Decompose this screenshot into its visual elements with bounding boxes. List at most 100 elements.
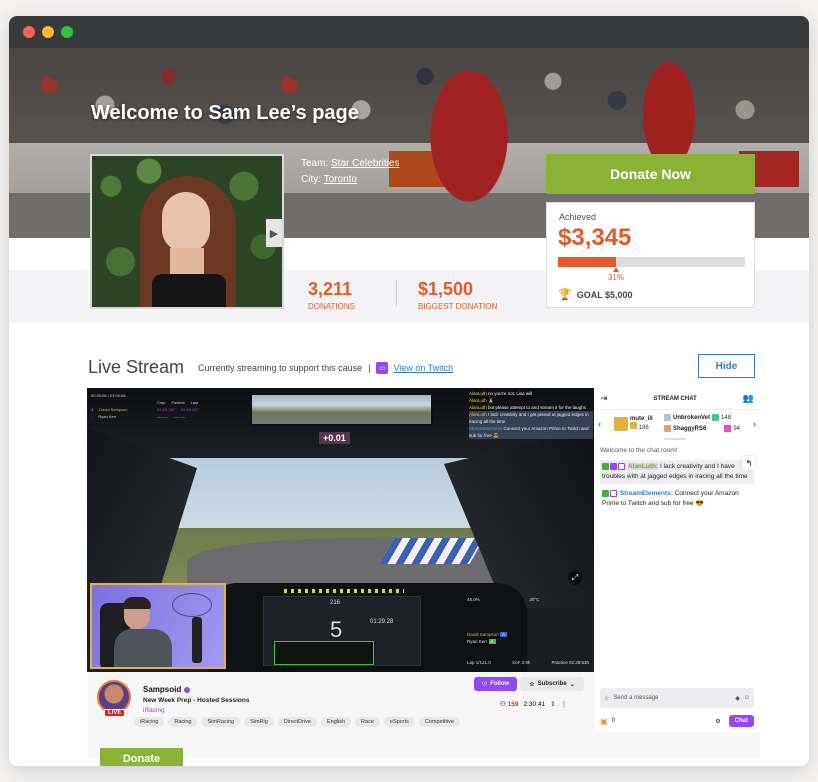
view-on-twitch-link[interactable]: View on Twitch [393, 363, 453, 373]
carousel-next-button[interactable]: ▶ [266, 219, 282, 247]
page-title: Welcome to Sam Lee’s page [91, 102, 359, 124]
achieved-label: Achieved [559, 212, 597, 222]
moderator-badge-icon [602, 462, 609, 470]
biggest-donation-value: $1,500 [418, 279, 474, 299]
chat-input[interactable]: ☆ Send a message ◆ ☺ [600, 688, 754, 708]
stat-biggest-donation: $1,500 Biggest Donation [418, 279, 497, 311]
heart-icon: ♡ [481, 681, 488, 688]
prime-badge-icon [610, 462, 617, 470]
donate-now-button[interactable]: Donate Now [546, 154, 755, 194]
stream-tag[interactable]: Competitive [418, 717, 460, 727]
overlay-chat: AlanLuth no you're not, Lisa will AlanLu… [469, 390, 593, 458]
biggest-donation-label: Biggest Donation [418, 302, 498, 311]
chevron-right-icon: ▶ [269, 227, 279, 240]
carousel-indicator [664, 438, 686, 440]
timing-row: 1 David Sampson 01:29.287 01:29.287 [91, 407, 199, 412]
star-icon: ☆ [529, 681, 535, 688]
settings-gear-icon[interactable]: ⚙ [715, 718, 720, 725]
chat-username[interactable]: StreamElements: [620, 490, 673, 497]
community-icon[interactable]: 👥 [743, 393, 754, 404]
gifter-item: mute_ill 186 [614, 416, 653, 431]
stream-title: New Week Prep - Hosted Sessions [143, 697, 250, 704]
person-icon: ⚇ [500, 701, 506, 708]
chat-message: AlanLuth: I lack creativity and I have t… [600, 460, 754, 484]
trophy-icon: 🏆 [558, 289, 572, 301]
gift-icon [614, 416, 628, 431]
city-link[interactable]: Toronto [324, 174, 357, 185]
progress-fill [558, 257, 616, 267]
uptime: 2:30:41 [523, 700, 546, 708]
bits-icon[interactable]: ◆ [735, 695, 740, 702]
channel-points-icon[interactable]: ▣ [600, 717, 608, 726]
game-link[interactable]: iRacing [143, 707, 165, 714]
chat-input-placeholder[interactable]: Send a message [613, 695, 731, 701]
city-label: City: [301, 174, 321, 185]
participant-info: Team: Star Celebrities City: Toronto [301, 156, 399, 188]
stream-tag[interactable]: Racing [168, 717, 198, 727]
goal-label: GOAL $5,000 [576, 289, 633, 300]
chevron-right-icon[interactable]: › [753, 419, 756, 429]
channel-info: LIVE Sampsoid New Week Prep - Hosted Ses… [87, 672, 594, 732]
team-row: Team: Star Celebrities [301, 156, 399, 172]
subscribe-button[interactable]: ☆ Subscribe ⌄ [520, 677, 584, 691]
hide-button[interactable]: Hide [698, 354, 755, 378]
picture-in-picture-icon[interactable]: ⤢ [568, 571, 582, 585]
chevron-left-icon[interactable]: ‹ [598, 419, 601, 429]
stream-tag[interactable]: eSports [383, 717, 415, 727]
emote-icon[interactable]: ☺ [744, 695, 750, 701]
streamer-webcam [90, 583, 226, 669]
browser-window: Welcome to Sam Lee’s page ▶ Team: Star C… [9, 16, 809, 766]
shift-lights [284, 589, 404, 593]
stat-divider [396, 280, 397, 306]
chevron-down-icon: ⌄ [569, 681, 575, 688]
channel-name[interactable]: Sampsoid [143, 685, 191, 694]
stream-tag[interactable]: DirectDrive [277, 717, 317, 727]
chat-message: StreamElements: Connect your Amazon Prim… [602, 489, 739, 507]
gift-icon [712, 414, 720, 421]
send-chat-button[interactable]: Chat [728, 715, 754, 727]
achieved-amount: $3,345 [558, 224, 632, 251]
timing-header: 00:30:06 / 03:00:06 [91, 393, 126, 398]
separator: | [368, 362, 371, 373]
donations-label: Donations [308, 302, 355, 311]
stat-donations: 3,211 Donations [308, 279, 355, 311]
team-link[interactable]: Star Celebrities [331, 158, 399, 169]
collapse-chat-icon[interactable]: ⇥ [600, 393, 608, 404]
maximize-window-button[interactable] [61, 26, 73, 38]
channel-points: 0 [611, 718, 615, 724]
section-title: Live Stream [88, 357, 185, 377]
stream-stats: ⚇ 159 2:30:41 ⇪ ⋮ [500, 700, 568, 709]
timing-row: - Ryan Kerr --:--.--- --:--.--- [91, 414, 186, 419]
triangle-up-icon [612, 267, 619, 272]
stream-chat: ⇥ STREAM CHAT 👥 ‹ mute_ill 186 UnbrokenV… [594, 388, 760, 732]
stream-tag[interactable]: SimRacing [201, 717, 241, 727]
chat-username[interactable]: AlanLuth: [627, 463, 659, 470]
gift-leaderboard: ‹ mute_ill 186 UnbrokenVet 148 ShaggyRS6… [594, 410, 760, 440]
bot-badge-icon [610, 489, 617, 497]
stream-tag[interactable]: SimRig [244, 717, 274, 727]
follow-button[interactable]: ♡ Follow [474, 677, 517, 691]
title-bar [9, 16, 809, 48]
stream-tags: iRacing Racing SimRacing SimRig DirectDrive E… [134, 717, 460, 727]
gifter-item: UnbrokenVet 148 [664, 414, 731, 421]
share-icon[interactable]: ⇪ [550, 700, 555, 708]
more-options-icon[interactable]: ⋮ [561, 700, 568, 708]
progress-bar [558, 257, 745, 267]
reply-icon[interactable]: ↰ [742, 456, 756, 470]
goal: 🏆 GOAL $5,000 [558, 288, 633, 301]
dashboard-display: 216 5 01:29.28 [263, 589, 421, 666]
close-window-button[interactable] [23, 26, 35, 38]
chat-welcome: Welcome to the chat room! [600, 447, 678, 454]
star-icon[interactable]: ☆ [604, 695, 609, 702]
minimize-window-button[interactable] [42, 26, 54, 38]
stream-tag[interactable]: Race [355, 717, 380, 727]
video-player[interactable]: 00:30:06 / 03:00:06 Cmp Fastest Last 1 D… [87, 388, 594, 672]
chat-messages: Welcome to the chat room! AlanLuth: I la… [594, 440, 760, 520]
sub-badge-icon [618, 462, 625, 470]
fundraising-progress-card: Achieved $3,345 31% 🏆 GOAL $5,000 [546, 202, 755, 308]
gear-readout: 5 [330, 617, 343, 642]
stream-tag[interactable]: iRacing [134, 717, 165, 727]
donate-button[interactable]: Donate [100, 748, 183, 766]
progress-percent: 31% [607, 273, 624, 282]
stream-tag[interactable]: English [321, 717, 352, 727]
